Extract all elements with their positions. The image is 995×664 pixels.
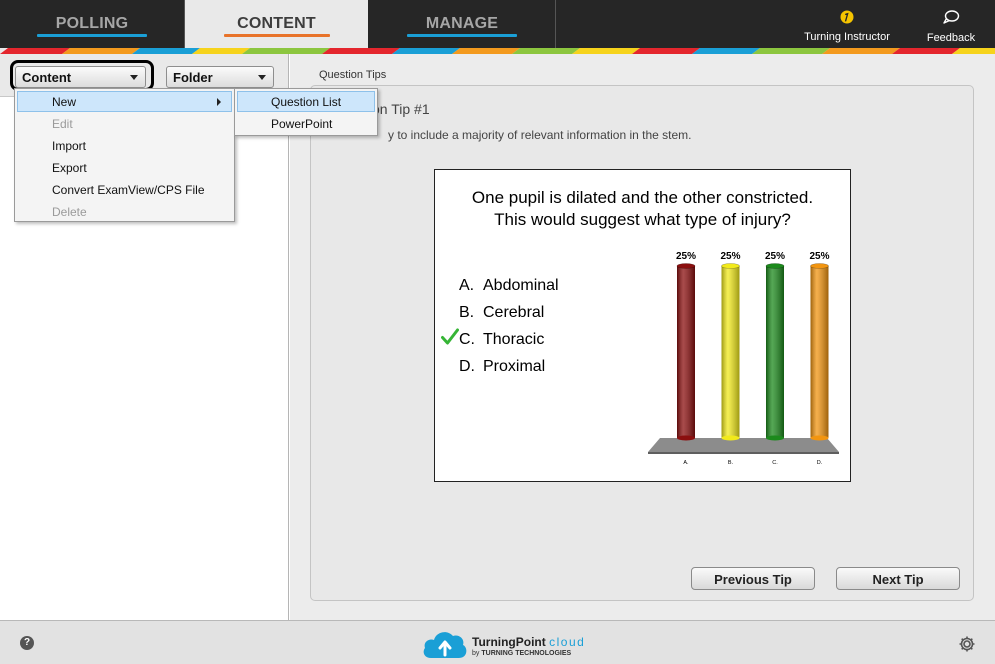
- chart-bar-bottom: [677, 435, 695, 441]
- turning-logo-icon: [840, 10, 854, 24]
- menu-item-label: Export: [52, 161, 87, 175]
- chart-bar-bottom: [810, 435, 829, 441]
- chart-data-label: 25%: [720, 251, 740, 262]
- tab-manage[interactable]: MANAGE: [369, 0, 555, 48]
- menu-item-label: Delete: [52, 205, 87, 219]
- brand-name-suffix: cloud: [549, 635, 586, 649]
- tab-polling-underline: [37, 34, 147, 37]
- menu-item-label: Edit: [52, 117, 73, 131]
- chart-bar-highlight: [721, 266, 740, 438]
- help-icon[interactable]: ?: [20, 636, 34, 650]
- chart-bar-highlight: [810, 266, 829, 438]
- chart-bar-highlight: [677, 266, 695, 438]
- turning-instructor-button[interactable]: Turning Instructor: [795, 10, 899, 43]
- menu-item-convert[interactable]: Convert ExamView/CPS File: [17, 179, 232, 200]
- chart-data-label: 25%: [765, 251, 785, 262]
- cloud-upload-icon: [423, 632, 467, 658]
- menu-item-label: Import: [52, 139, 87, 153]
- brand-name: TurningPoint cloud: [472, 635, 585, 649]
- gear-icon[interactable]: [958, 635, 976, 653]
- menu-item-new[interactable]: New: [17, 91, 232, 112]
- chart-bar-top: [721, 263, 740, 269]
- chart-data-label: 25%: [676, 251, 696, 262]
- chart-floor: [648, 438, 839, 452]
- highlight-annotation-ring: [10, 60, 154, 91]
- tip-text: y to include a majority of relevant info…: [388, 128, 692, 142]
- chevron-down-icon: [258, 75, 266, 80]
- example-slide: One pupil is dilated and the other const…: [434, 169, 851, 482]
- menu-item-delete[interactable]: Delete: [17, 201, 232, 222]
- tab-content[interactable]: CONTENT: [185, 0, 368, 48]
- chart-tick-label: C.: [772, 460, 778, 466]
- speech-bubble-icon: [943, 10, 960, 24]
- menu-item-edit[interactable]: Edit: [17, 113, 232, 134]
- next-tip-button[interactable]: Next Tip: [836, 567, 960, 590]
- submenu-item-question-list[interactable]: Question List: [237, 91, 375, 112]
- chart-bar-top: [810, 263, 829, 269]
- new-submenu: Question List PowerPoint: [234, 88, 378, 136]
- tab-content-label: CONTENT: [237, 15, 316, 32]
- brand-by: by: [472, 650, 480, 657]
- brand-company: TURNING TECHNOLOGIES: [481, 650, 572, 657]
- brand-byline: by TURNING TECHNOLOGIES: [472, 650, 571, 657]
- menu-item-label: New: [52, 95, 77, 109]
- feedback-button[interactable]: Feedback: [918, 10, 984, 44]
- menu-item-import[interactable]: Import: [17, 135, 232, 156]
- tab-manage-label: MANAGE: [425, 15, 499, 32]
- question-tips-title: Question Tips: [319, 69, 387, 81]
- brand-name-main: TurningPoint: [472, 635, 546, 649]
- tab-content-underline: [223, 34, 330, 37]
- menu-item-label: Question List: [271, 95, 342, 109]
- response-bar-chart: 25% A. 25% B. 25% C. 25% D.: [648, 251, 839, 466]
- chart-bar-bottom: [721, 435, 740, 441]
- chart-bar-top: [765, 263, 785, 269]
- chart-bar-bottom: [766, 435, 784, 441]
- turning-instructor-label: Turning Instructor: [804, 31, 890, 43]
- menu-item-label: Convert ExamView/CPS File: [52, 183, 205, 197]
- tab-manage-underline: [407, 34, 517, 37]
- folder-dropdown-label: Folder: [173, 70, 213, 85]
- tab-polling[interactable]: POLLING: [0, 0, 184, 48]
- chart-tick-label: A.: [683, 460, 689, 466]
- chevron-right-icon: [217, 98, 221, 106]
- chart-data-label: 25%: [809, 251, 829, 262]
- chart-tick-label: B.: [728, 460, 734, 466]
- folder-dropdown[interactable]: Folder: [166, 66, 274, 88]
- submenu-item-powerpoint[interactable]: PowerPoint: [237, 113, 375, 134]
- chart-bar-top: [676, 263, 696, 269]
- chart-floor-edge: [648, 452, 839, 454]
- top-navigation-bar: POLLING CONTENT MANAGE Turning Instructo…: [0, 0, 995, 48]
- chart-tick-label: D.: [817, 460, 823, 466]
- menu-item-export[interactable]: Export: [17, 157, 232, 178]
- footer-bar: ? TurningPoint cloud by TURNING TECHNOLO…: [0, 620, 995, 664]
- menu-item-label: PowerPoint: [271, 117, 333, 131]
- content-menu: New Edit Import Export Convert ExamView/…: [14, 88, 235, 222]
- nav-divider: [555, 0, 556, 48]
- previous-tip-button[interactable]: Previous Tip: [691, 567, 815, 590]
- chart-bar-highlight: [766, 266, 784, 438]
- feedback-label: Feedback: [926, 32, 976, 44]
- tab-polling-label: POLLING: [55, 15, 129, 32]
